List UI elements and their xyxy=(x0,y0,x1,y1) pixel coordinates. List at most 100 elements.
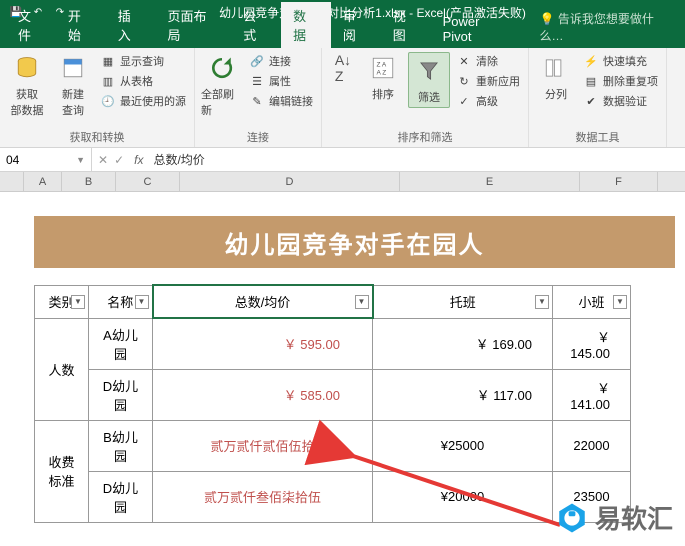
cell-xiao[interactable]: ￥ 141.00 xyxy=(553,369,631,420)
cancel-formula-icon[interactable]: ✕ xyxy=(98,153,108,167)
data-table: 类别▼ 名称▼ 总数/均价▼ 托班▼ 小班▼ 人数 A幼儿园 ￥ 595.00 … xyxy=(34,284,631,523)
funnel-icon xyxy=(413,55,445,87)
show-queries-button[interactable]: ▦显示查询 xyxy=(98,52,188,70)
tab-review[interactable]: 审阅 xyxy=(331,2,381,48)
cell-total[interactable]: ￥ 585.00 xyxy=(153,369,373,420)
refresh-icon xyxy=(206,52,238,84)
recent-sources-button[interactable]: 🕘最近使用的源 xyxy=(98,92,188,110)
col-header-C[interactable]: C xyxy=(116,172,180,191)
cell-xiao[interactable]: ￥ 145.00 xyxy=(553,318,631,369)
flash-fill-icon: ⚡ xyxy=(583,53,599,69)
remove-dup-icon: ▤ xyxy=(583,73,599,89)
filter-dropdown-icon[interactable]: ▼ xyxy=(355,295,369,309)
col-header-B[interactable]: B xyxy=(62,172,116,191)
tab-powerpivot[interactable]: Power Pivot xyxy=(431,10,524,48)
cell-xiao[interactable]: 22000 xyxy=(553,420,631,471)
cell-total[interactable]: ￥ 595.00 xyxy=(153,318,373,369)
group-sort-filter-label: 排序和筛选 xyxy=(328,127,522,145)
ribbon-tabs: 文件 开始 插入 页面布局 公式 数据 审阅 视图 Power Pivot 💡 … xyxy=(0,24,685,48)
reapply-button[interactable]: ↻重新应用 xyxy=(454,72,522,90)
cell-category-count[interactable]: 人数 xyxy=(35,318,89,420)
filter-dropdown-icon[interactable]: ▼ xyxy=(71,295,85,309)
col-header-D[interactable]: D xyxy=(180,172,400,191)
cell-name[interactable]: D幼儿园 xyxy=(89,369,153,420)
cell-tuo[interactable]: ￥ 169.00 xyxy=(373,318,553,369)
formula-bar: 04▼ ✕ ✓ fx 总数/均价 xyxy=(0,148,685,172)
logo-icon xyxy=(555,501,589,535)
text-to-columns-button[interactable]: 分列 xyxy=(535,52,577,102)
recent-icon: 🕘 xyxy=(100,93,116,109)
edit-links-button[interactable]: ✎编辑链接 xyxy=(247,92,315,110)
edit-links-icon: ✎ xyxy=(249,93,265,109)
validation-icon: ✔ xyxy=(583,93,599,109)
group-get-transform-label: 获取和转换 xyxy=(6,127,188,145)
formula-input[interactable]: 总数/均价 xyxy=(147,151,685,168)
get-external-data-button[interactable]: 获取 部数据 xyxy=(6,52,48,118)
table-row: D幼儿园 贰万贰仟叁佰柒拾伍 ¥20000 23500 xyxy=(35,471,631,522)
reapply-icon: ↻ xyxy=(456,73,472,89)
refresh-all-button[interactable]: 全部刷新 xyxy=(201,52,243,118)
clear-icon: ✕ xyxy=(456,53,472,69)
svg-text:A Z: A Z xyxy=(377,70,387,77)
filter-dropdown-icon[interactable]: ▼ xyxy=(135,295,149,309)
advanced-filter-button[interactable]: ✓高级 xyxy=(454,92,522,110)
th-tuoban[interactable]: 托班▼ xyxy=(373,285,553,318)
table-row: D幼儿园 ￥ 585.00 ￥ 117.00 ￥ 141.00 xyxy=(35,369,631,420)
data-validation-button[interactable]: ✔数据验证 xyxy=(581,92,660,110)
cell-total[interactable]: 贰万贰仟贰佰伍拾 xyxy=(153,420,373,471)
sort-asc-button[interactable]: A↓Z xyxy=(328,52,358,86)
columns-icon xyxy=(540,52,572,84)
database-icon xyxy=(11,52,43,84)
tab-home[interactable]: 开始 xyxy=(56,2,106,48)
tab-layout[interactable]: 页面布局 xyxy=(156,2,232,48)
sort-button[interactable]: Z AA Z 排序 xyxy=(362,52,404,102)
cell-name[interactable]: D幼儿园 xyxy=(89,471,153,522)
th-xiaoban[interactable]: 小班▼ xyxy=(553,285,631,318)
new-query-button[interactable]: 新建 查询 xyxy=(52,52,94,118)
sort-asc-icon: A↓Z xyxy=(327,52,359,84)
flash-fill-button[interactable]: ⚡快速填充 xyxy=(581,52,660,70)
cell-category-fee[interactable]: 收费标准 xyxy=(35,420,89,522)
ribbon: 获取 部数据 新建 查询 ▦显示查询 ▥从表格 🕘最近使用的源 获取和转换 全部… xyxy=(0,48,685,148)
properties-icon: ☰ xyxy=(249,73,265,89)
tab-view[interactable]: 视图 xyxy=(381,2,431,48)
cell-tuo[interactable]: ¥25000 xyxy=(373,420,553,471)
col-header-E[interactable]: E xyxy=(400,172,580,191)
name-box[interactable]: 04▼ xyxy=(0,148,92,171)
tab-file[interactable]: 文件 xyxy=(6,2,56,48)
table-row: 收费标准 B幼儿园 贰万贰仟贰佰伍拾 ¥25000 22000 xyxy=(35,420,631,471)
clear-filter-button[interactable]: ✕清除 xyxy=(454,52,522,70)
tell-me-search[interactable]: 💡 告诉我您想要做什么… xyxy=(532,6,685,48)
col-header-A[interactable]: A xyxy=(24,172,62,191)
fx-icon[interactable]: fx xyxy=(130,153,147,167)
tab-insert[interactable]: 插入 xyxy=(106,2,156,48)
table-icon: ▥ xyxy=(100,73,116,89)
cell-total[interactable]: 贰万贰仟叁佰柒拾伍 xyxy=(153,471,373,522)
filter-dropdown-icon[interactable]: ▼ xyxy=(613,295,627,309)
advanced-icon: ✓ xyxy=(456,93,472,109)
properties-button[interactable]: ☰属性 xyxy=(247,72,315,90)
accept-formula-icon[interactable]: ✓ xyxy=(114,153,124,167)
filter-dropdown-icon[interactable]: ▼ xyxy=(535,295,549,309)
grid-icon: ▦ xyxy=(100,53,116,69)
tab-formulas[interactable]: 公式 xyxy=(231,2,281,48)
new-query-icon xyxy=(57,52,89,84)
cell-name[interactable]: B幼儿园 xyxy=(89,420,153,471)
col-header-F[interactable]: F xyxy=(580,172,658,191)
chevron-down-icon[interactable]: ▼ xyxy=(76,155,85,165)
th-category[interactable]: 类别▼ xyxy=(35,285,89,318)
link-icon: 🔗 xyxy=(249,53,265,69)
th-name[interactable]: 名称▼ xyxy=(89,285,153,318)
tab-data[interactable]: 数据 xyxy=(281,2,331,48)
connections-button[interactable]: 🔗连接 xyxy=(247,52,315,70)
remove-duplicates-button[interactable]: ▤删除重复项 xyxy=(581,72,660,90)
cell-tuo[interactable]: ¥20000 xyxy=(373,471,553,522)
cell-name[interactable]: A幼儿园 xyxy=(89,318,153,369)
from-table-button[interactable]: ▥从表格 xyxy=(98,72,188,90)
filter-button[interactable]: 筛选 xyxy=(408,52,450,108)
column-headers: A B C D E F xyxy=(0,172,685,192)
cell-tuo[interactable]: ￥ 117.00 xyxy=(373,369,553,420)
sort-icon: Z AA Z xyxy=(367,52,399,84)
report-title-banner: 幼儿园竞争对手在园人 xyxy=(34,216,675,268)
th-total[interactable]: 总数/均价▼ xyxy=(153,285,373,318)
